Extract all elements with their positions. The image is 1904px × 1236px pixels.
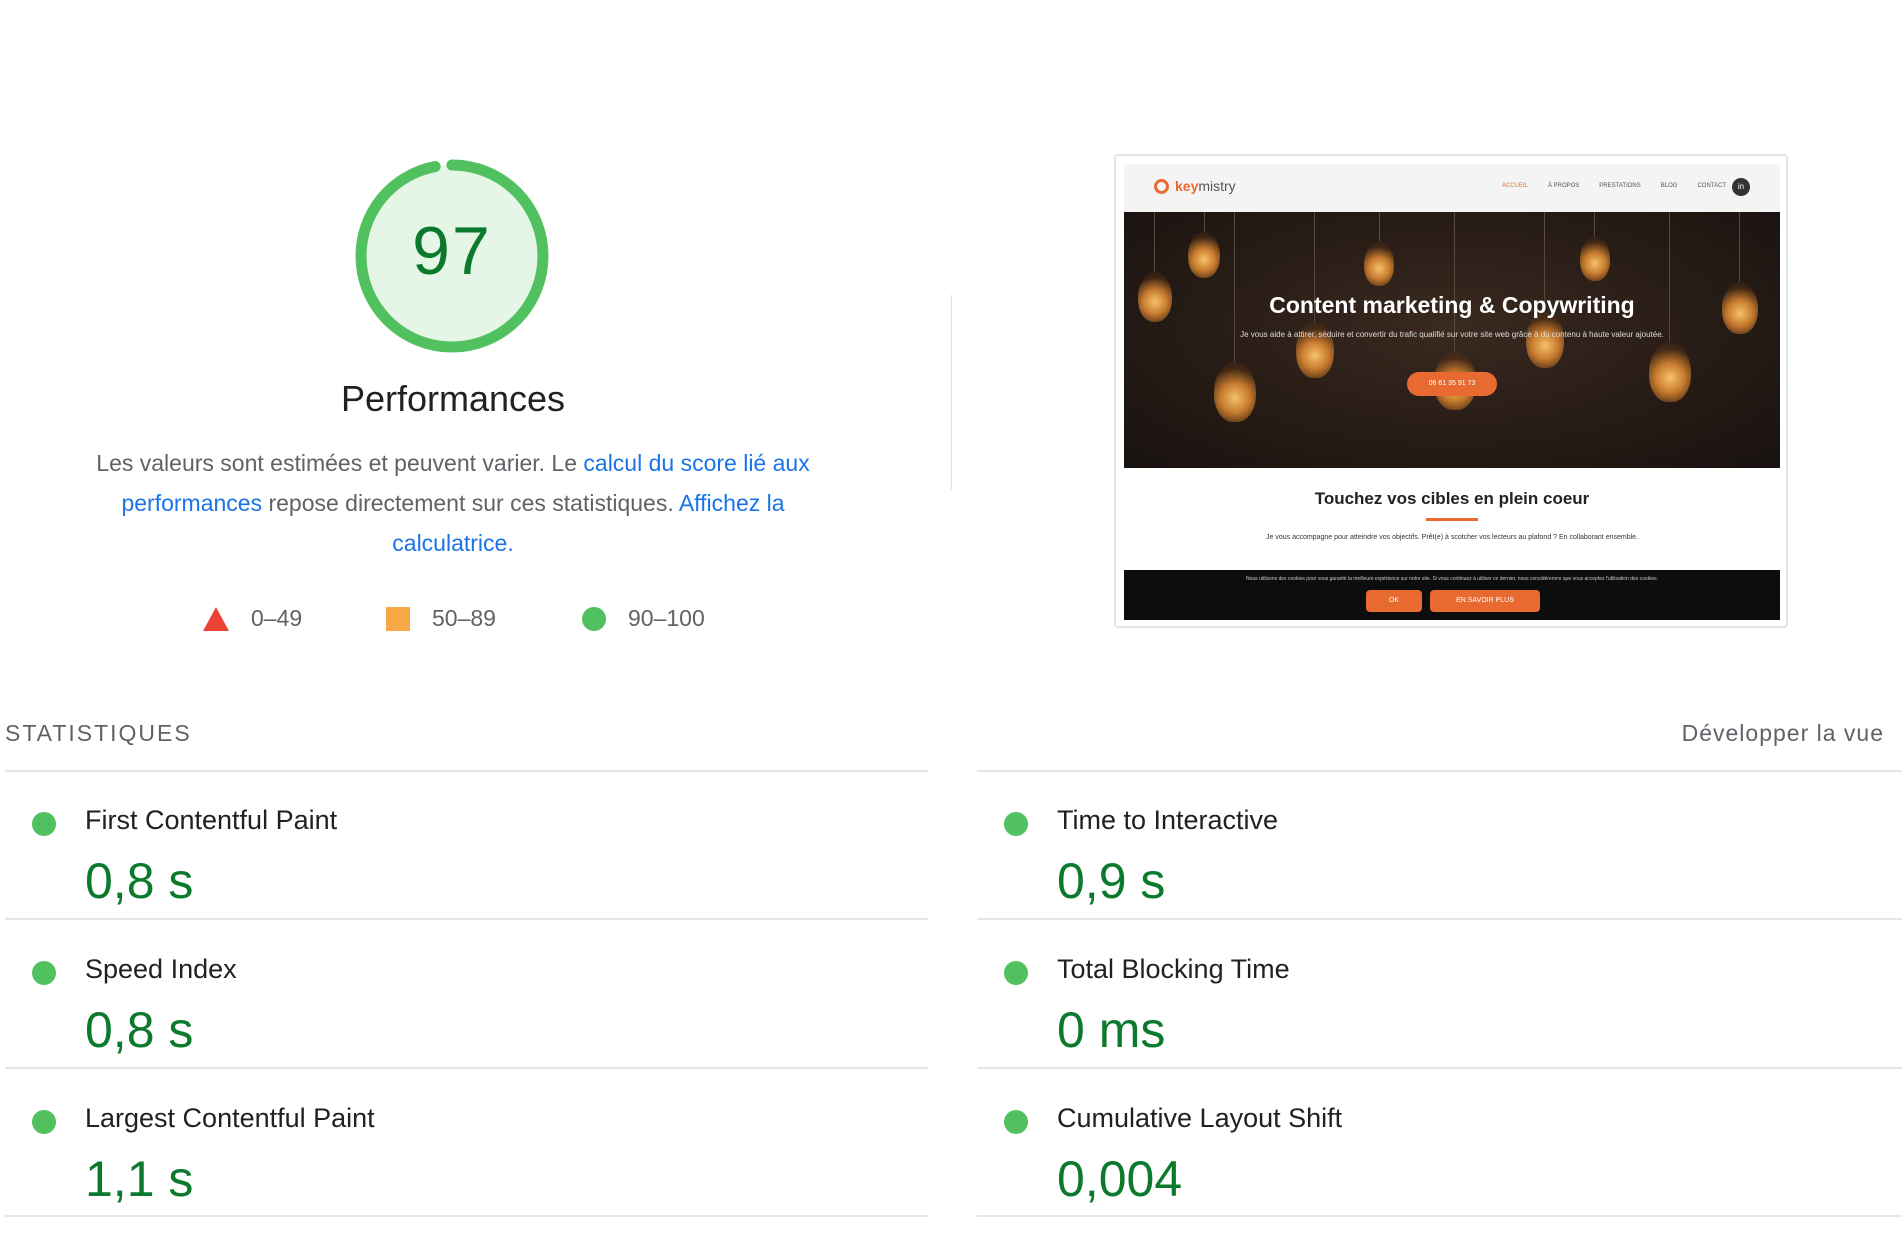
logo-icon bbox=[1154, 178, 1169, 194]
performance-score: 97 bbox=[412, 213, 492, 289]
description-text: repose directement sur ces statistiques. bbox=[262, 490, 679, 516]
bulb-wire bbox=[1739, 212, 1740, 282]
site-menu-item: BLOG bbox=[1660, 183, 1678, 189]
bulb-image bbox=[1526, 312, 1564, 368]
metric-cumulative-layout-shift: Cumulative Layout Shift 0,004 bbox=[977, 1088, 1877, 1236]
bulb-wire bbox=[1594, 212, 1595, 237]
divider bbox=[5, 1067, 928, 1069]
logo-rest-text: mistry bbox=[1198, 178, 1236, 194]
metric-label: First Contentful Paint bbox=[85, 805, 338, 835]
cookie-banner: Nous utilisons des cookies pour vous gar… bbox=[1124, 570, 1780, 620]
legend-range: 50–89 bbox=[432, 605, 496, 631]
final-screenshot[interactable]: key mistry ACCUEIL À PROPOS PRESTATIONS B… bbox=[1114, 154, 1788, 628]
heading-underline bbox=[1426, 518, 1478, 521]
metric-label: Largest Contentful Paint bbox=[85, 1103, 375, 1133]
metric-time-to-interactive: Time to Interactive 0,9 s bbox=[977, 790, 1877, 938]
vertical-divider bbox=[951, 295, 952, 490]
pass-circle-icon bbox=[1004, 1110, 1028, 1134]
bulb-wire bbox=[1379, 212, 1380, 242]
legend-item-average: 50–89 bbox=[386, 605, 496, 632]
metric-value: 0,8 s bbox=[85, 853, 194, 909]
linkedin-icon: in bbox=[1732, 178, 1750, 196]
metric-label: Speed Index bbox=[85, 954, 237, 984]
legend-item-fail: 0–49 bbox=[203, 605, 302, 632]
pass-circle-icon bbox=[1004, 812, 1028, 836]
legend-range: 90–100 bbox=[628, 605, 705, 631]
pass-circle-icon bbox=[1004, 961, 1028, 985]
bulb-wire bbox=[1234, 212, 1235, 362]
metric-first-contentful-paint: First Contentful Paint 0,8 s bbox=[5, 790, 905, 938]
metric-value: 0,8 s bbox=[85, 1002, 194, 1058]
metric-label: Time to Interactive bbox=[1057, 805, 1279, 835]
pass-circle-icon bbox=[32, 1110, 56, 1134]
divider bbox=[977, 918, 1902, 920]
cookie-ok-button: OK bbox=[1366, 590, 1422, 612]
bulb-wire bbox=[1154, 212, 1155, 272]
cookie-more-button: EN SAVOIR PLUS bbox=[1430, 590, 1540, 612]
hero-title: Content marketing & Copywriting bbox=[1269, 292, 1635, 318]
site-menu-item: CONTACT bbox=[1697, 183, 1726, 189]
divider bbox=[977, 1067, 1902, 1069]
metric-label: Cumulative Layout Shift bbox=[1057, 1103, 1343, 1133]
category-title: Performances bbox=[340, 378, 566, 419]
divider bbox=[5, 1215, 928, 1217]
hero-subtitle: Je vous aide à attirer, séduire et conve… bbox=[1240, 330, 1664, 339]
site-menu: ACCUEIL À PROPOS PRESTATIONS BLOG CONTAC… bbox=[1502, 183, 1726, 189]
site-hero: Content marketing & Copywriting Je vous … bbox=[1124, 212, 1780, 468]
bulb-image bbox=[1364, 242, 1394, 286]
expand-view-toggle[interactable]: Développer la vue bbox=[1682, 720, 1884, 747]
metric-speed-index: Speed Index 0,8 s bbox=[5, 939, 905, 1087]
metric-label: Total Blocking Time bbox=[1057, 954, 1290, 984]
bulb-image bbox=[1188, 232, 1220, 278]
stats-header: STATISTIQUES bbox=[5, 720, 192, 746]
site-menu-item: À PROPOS bbox=[1547, 183, 1580, 189]
metric-largest-contentful-paint: Largest Contentful Paint 1,1 s bbox=[5, 1088, 905, 1236]
site-heading: Touchez vos cibles en plein coeur bbox=[1314, 489, 1590, 508]
screenshot-page: key mistry ACCUEIL À PROPOS PRESTATIONS B… bbox=[1124, 164, 1780, 620]
square-icon bbox=[386, 606, 410, 631]
metric-value: 0,004 bbox=[1057, 1151, 1183, 1207]
divider bbox=[5, 770, 928, 772]
logo-key-text: key bbox=[1175, 178, 1199, 194]
divider bbox=[5, 918, 928, 920]
site-menu-item: ACCUEIL bbox=[1501, 183, 1528, 189]
site-menu-item: PRESTATIONS bbox=[1599, 183, 1641, 189]
metric-total-blocking-time: Total Blocking Time 0 ms bbox=[977, 939, 1877, 1087]
triangle-icon bbox=[203, 606, 229, 631]
site-paragraph: Je vous accompagne pour atteindre vos ob… bbox=[1266, 534, 1638, 541]
divider bbox=[977, 770, 1902, 772]
circle-icon bbox=[582, 606, 606, 631]
cookie-text: Nous utilisons des cookies pour vous gar… bbox=[1245, 576, 1658, 582]
bulb-image bbox=[1214, 362, 1256, 422]
bulb-image bbox=[1649, 342, 1691, 402]
bulb-image bbox=[1580, 237, 1610, 281]
legend-range: 0–49 bbox=[251, 605, 303, 631]
divider bbox=[977, 1215, 1902, 1217]
pass-circle-icon bbox=[32, 961, 56, 985]
site-logo: key mistry bbox=[1154, 178, 1236, 194]
legend-item-pass: 90–100 bbox=[582, 605, 705, 632]
metric-value: 0 ms bbox=[1057, 1002, 1166, 1058]
bulb-wire bbox=[1669, 212, 1670, 342]
description-text: Les valeurs sont estimées et peuvent var… bbox=[96, 450, 584, 476]
category-description: Les valeurs sont estimées et peuvent var… bbox=[63, 443, 843, 563]
metric-value: 0,9 s bbox=[1057, 853, 1166, 909]
metric-value: 1,1 s bbox=[85, 1151, 194, 1207]
hero-phone-button: 06 61 35 91 73 bbox=[1407, 372, 1497, 396]
pass-circle-icon bbox=[32, 812, 56, 836]
site-navbar: key mistry ACCUEIL À PROPOS PRESTATIONS B… bbox=[1124, 164, 1780, 212]
bulb-wire bbox=[1204, 212, 1205, 232]
